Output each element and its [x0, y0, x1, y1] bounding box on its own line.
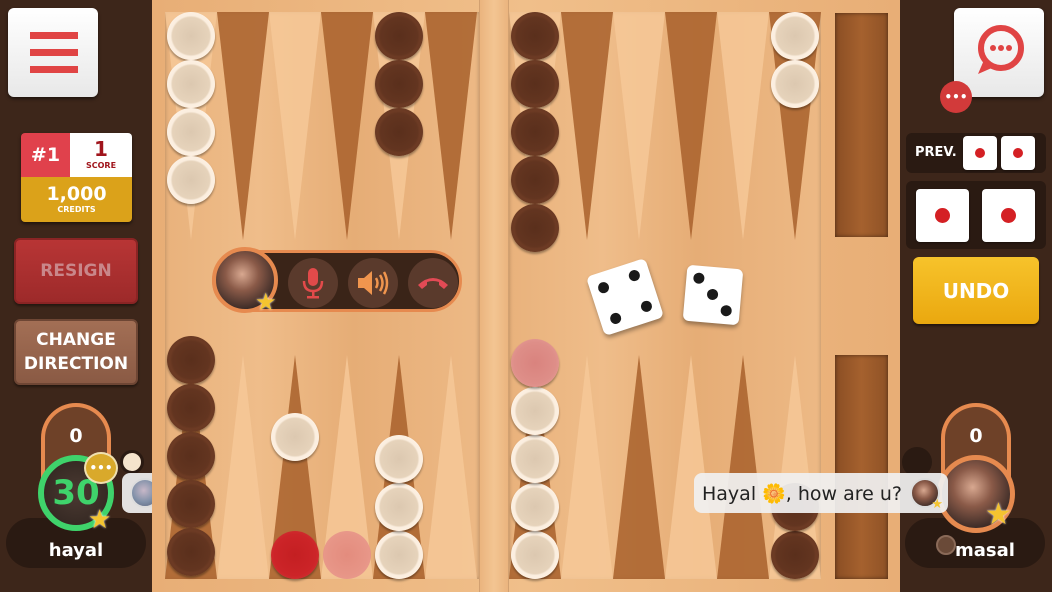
checker-white[interactable]	[771, 12, 819, 60]
chat-bubble-icon	[978, 25, 1024, 74]
board-point-bottom[interactable]	[665, 355, 717, 579]
board-point-top[interactable]	[665, 12, 717, 240]
left-player-star-icon: ★	[88, 505, 112, 535]
board-point-bottom[interactable]	[561, 355, 613, 579]
checker-white[interactable]	[167, 108, 215, 156]
board-point-top[interactable]	[217, 12, 269, 240]
board-die-2[interactable]	[682, 264, 744, 326]
checker-brown[interactable]	[771, 531, 819, 579]
checker-white[interactable]	[167, 12, 215, 60]
right-chat-bubble: Hayal 🌼, how are u? ★	[694, 473, 949, 513]
checker-brown[interactable]	[375, 60, 423, 108]
checker-brown[interactable]	[167, 432, 215, 480]
checker-brown[interactable]	[511, 12, 559, 60]
ellipsis-icon: •••	[944, 90, 968, 104]
board-point-bottom[interactable]	[217, 355, 269, 579]
right-player-name: masal	[955, 540, 1015, 561]
rank-badge: #1	[21, 133, 70, 177]
previous-roll-panel: PREV.	[906, 133, 1046, 173]
credits-value: 1,000	[46, 183, 107, 205]
current-die-2[interactable]	[982, 189, 1035, 242]
checker-white[interactable]	[375, 531, 423, 579]
undo-button[interactable]: UNDO	[913, 257, 1039, 324]
checker-brown[interactable]	[167, 480, 215, 528]
checker-brown[interactable]	[511, 204, 559, 252]
board-point-top[interactable]	[613, 12, 665, 240]
resign-button[interactable]: RESIGN	[14, 238, 138, 304]
board-point-top[interactable]	[717, 12, 769, 240]
previous-die-1	[963, 136, 997, 170]
checker-white[interactable]	[511, 435, 559, 483]
left-borne-off-count: 0	[69, 425, 83, 447]
board-point-top[interactable]	[561, 12, 613, 240]
board-point-bottom[interactable]	[425, 355, 477, 579]
checker-brown[interactable]	[511, 108, 559, 156]
checker-white[interactable]	[511, 483, 559, 531]
score-value: 1	[94, 137, 108, 161]
checker-white[interactable]	[771, 60, 819, 108]
right-borne-off-count: 0	[969, 425, 983, 447]
checker-white[interactable]	[375, 483, 423, 531]
current-roll-panel	[906, 181, 1046, 249]
right-chat-message: Hayal 🌼, how are u?	[702, 482, 903, 505]
checker-white[interactable]	[511, 531, 559, 579]
checker-red-selected[interactable]	[271, 531, 319, 579]
score-card: #1 1 SCORE 1,000 CREDITS	[21, 133, 132, 222]
checker-brown[interactable]	[167, 336, 215, 384]
right-chat-avatar: ★	[910, 478, 943, 512]
chat-button[interactable]	[954, 8, 1044, 97]
speaker-icon	[358, 271, 389, 295]
checker-red-ghost[interactable]	[323, 531, 371, 579]
chat-unread-badge: •••	[940, 81, 972, 113]
checker-brown[interactable]	[511, 156, 559, 204]
left-player-name: hayal	[48, 540, 104, 561]
board-point-top[interactable]	[269, 12, 321, 240]
typing-indicator-icon: •••	[84, 452, 118, 484]
speaker-button[interactable]	[348, 258, 398, 308]
checker-brown[interactable]	[375, 108, 423, 156]
voice-call-controls: ★	[212, 247, 462, 316]
change-direction-label-1: CHANGE	[36, 330, 116, 350]
score-box: 1 SCORE	[70, 133, 132, 177]
left-player-checker-color-icon	[120, 450, 144, 474]
board-point-top[interactable]	[425, 12, 477, 240]
microphone-button[interactable]	[288, 258, 338, 308]
right-player-star-icon: ★	[985, 497, 1012, 532]
board-point-bottom[interactable]	[613, 355, 665, 579]
board-point-bottom[interactable]	[717, 355, 769, 579]
call-avatar-star-icon: ★	[255, 288, 277, 316]
menu-button[interactable]	[8, 8, 98, 97]
right-player-checker-color-icon	[936, 535, 956, 555]
current-die-1[interactable]	[916, 189, 969, 242]
checker-pink-highlight[interactable]	[511, 339, 559, 387]
score-label: SCORE	[85, 161, 117, 170]
checker-white[interactable]	[271, 413, 319, 461]
board-point-top[interactable]	[321, 12, 373, 240]
checker-brown[interactable]	[511, 60, 559, 108]
checker-white[interactable]	[511, 387, 559, 435]
checker-brown[interactable]	[167, 528, 215, 576]
checker-white[interactable]	[167, 156, 215, 204]
checker-white[interactable]	[375, 435, 423, 483]
credits-box: 1,000 CREDITS	[21, 177, 132, 222]
change-direction-label-2: DIRECTION	[23, 354, 129, 374]
change-direction-button[interactable]: CHANGE DIRECTION	[14, 319, 138, 385]
hang-up-icon	[418, 278, 448, 289]
hang-up-button[interactable]	[408, 258, 458, 308]
checker-brown[interactable]	[375, 12, 423, 60]
credits-label: CREDITS	[57, 205, 96, 214]
checker-brown[interactable]	[167, 384, 215, 432]
microphone-icon	[302, 268, 324, 299]
previous-die-2	[1001, 136, 1035, 170]
previous-roll-label: PREV.	[915, 145, 957, 160]
checker-white[interactable]	[167, 60, 215, 108]
